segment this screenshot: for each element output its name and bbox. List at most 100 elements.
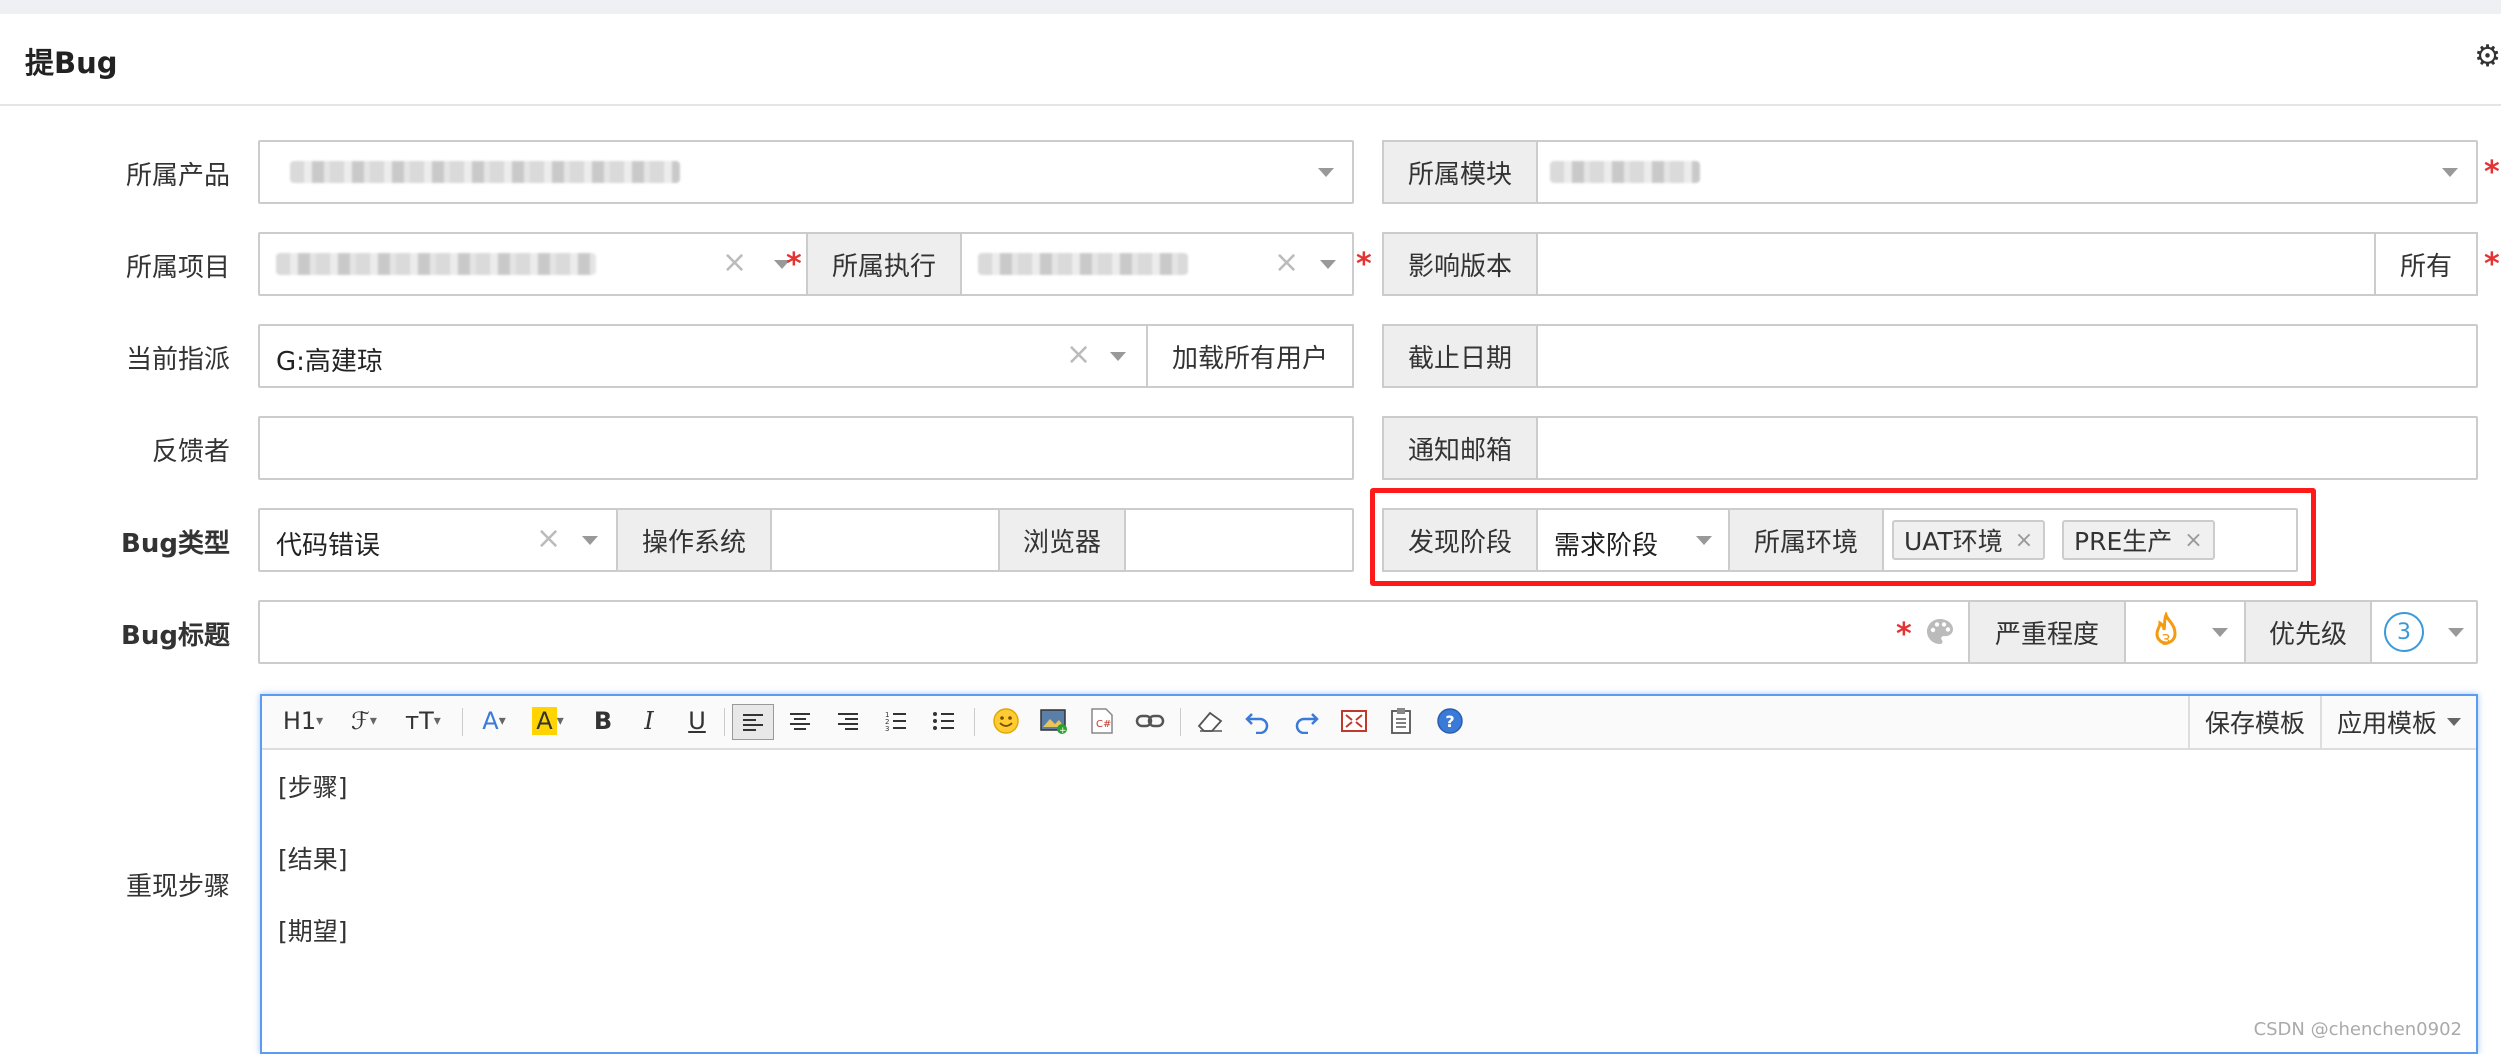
- watermark: CSDN @chenchen0902: [2253, 1019, 2462, 1040]
- underline-button[interactable]: U: [682, 704, 712, 738]
- top-strip: [0, 0, 2501, 14]
- label-bug-title: Bug标题: [121, 621, 230, 651]
- feedback-input[interactable]: [258, 416, 1354, 480]
- bold-button[interactable]: B: [588, 704, 618, 738]
- redacted-project: [276, 253, 596, 275]
- bug-type-select[interactable]: 代码错误 ×: [258, 508, 618, 572]
- emoji-icon[interactable]: [986, 704, 1026, 738]
- label-assignee: 当前指派: [125, 345, 230, 375]
- browser-select[interactable]: [1124, 508, 1354, 572]
- clear-icon[interactable]: ×: [722, 248, 747, 278]
- assignee-select[interactable]: G:高建琼 ×: [258, 324, 1148, 388]
- bug-title-input[interactable]: *: [258, 600, 1970, 664]
- svg-text:3: 3: [885, 725, 889, 732]
- chevron-down-icon: [582, 536, 598, 545]
- align-left-icon[interactable]: [732, 704, 774, 740]
- chevron-down-icon: [1318, 168, 1334, 177]
- svg-text:3: 3: [2161, 631, 2171, 649]
- link-icon[interactable]: [1130, 704, 1170, 738]
- severity-flame-icon: 3: [2146, 610, 2186, 654]
- priority-select[interactable]: 3: [2370, 600, 2478, 664]
- redo-icon[interactable]: [1286, 704, 1326, 738]
- addon-execution: 所属执行: [806, 232, 962, 296]
- clear-icon[interactable]: ×: [1066, 340, 1091, 370]
- label-feedback: 反馈者: [151, 437, 230, 467]
- eraser-icon[interactable]: [1190, 704, 1230, 738]
- priority-badge: 3: [2384, 612, 2424, 652]
- fullscreen-icon[interactable]: [1334, 704, 1374, 738]
- redacted-execution: [978, 253, 1188, 275]
- editor-toolbar: H1 ▾ ℱ ▾ тT ▾ A ▾ A ▾ B I U 123 + C# ? 保…: [262, 696, 2476, 750]
- product-select[interactable]: [258, 140, 1354, 204]
- addon-deadline: 截止日期: [1382, 324, 1538, 388]
- editor-line: [步骤]: [278, 773, 348, 802]
- save-template-button[interactable]: 保存模板: [2188, 696, 2320, 748]
- palette-icon[interactable]: [1924, 616, 1956, 648]
- font-size-button[interactable]: тT ▾: [398, 704, 448, 738]
- ordered-list-icon[interactable]: 123: [876, 704, 916, 738]
- chevron-down-icon: [2448, 628, 2464, 637]
- assignee-value: G:高建琼: [276, 347, 383, 377]
- heading-button[interactable]: H1 ▾: [278, 704, 328, 738]
- addon-notify-email: 通知邮箱: [1382, 416, 1538, 480]
- load-all-users-button[interactable]: 加载所有用户: [1146, 324, 1354, 388]
- chevron-down-icon: [2212, 628, 2228, 637]
- label-bug-type: Bug类型: [121, 529, 230, 559]
- apply-template-button[interactable]: 应用模板: [2320, 696, 2476, 748]
- editor-line: [结果]: [278, 845, 348, 874]
- highlight-box: [1370, 488, 2316, 586]
- code-block-icon[interactable]: C#: [1082, 704, 1122, 738]
- paste-icon[interactable]: [1382, 704, 1422, 738]
- execution-select[interactable]: ×: [960, 232, 1354, 296]
- notify-email-input[interactable]: [1536, 416, 2478, 480]
- chevron-down-icon: [1320, 260, 1336, 269]
- addon-priority: 优先级: [2244, 600, 2372, 664]
- page-title: 提Bug: [25, 46, 118, 80]
- clear-icon[interactable]: ×: [1274, 248, 1299, 278]
- chevron-down-icon: [2447, 718, 2461, 726]
- chevron-down-icon: [1110, 352, 1126, 361]
- bug-type-value: 代码错误: [276, 531, 381, 561]
- required-mark: *: [2484, 155, 2500, 190]
- svg-text:C#: C#: [1096, 719, 1111, 730]
- os-select[interactable]: [770, 508, 1000, 572]
- required-mark: *: [1356, 247, 1372, 282]
- addon-browser: 浏览器: [998, 508, 1126, 572]
- deadline-input[interactable]: [1536, 324, 2478, 388]
- redacted-module: [1550, 161, 1700, 183]
- addon-affected-version: 影响版本: [1382, 232, 1538, 296]
- label-project: 所属项目: [125, 253, 230, 283]
- module-select[interactable]: [1536, 140, 2478, 204]
- gear-icon[interactable]: ⚙: [2474, 42, 2501, 72]
- font-color-icon[interactable]: A ▾: [474, 704, 514, 738]
- highlight-color-icon[interactable]: A ▾: [526, 704, 570, 738]
- addon-os: 操作系统: [616, 508, 772, 572]
- align-right-icon[interactable]: [828, 704, 868, 738]
- chevron-down-icon: [2442, 168, 2458, 177]
- svg-text:+: +: [1059, 726, 1067, 734]
- severity-select[interactable]: 3: [2124, 600, 2246, 664]
- addon-module: 所属模块: [1382, 140, 1538, 204]
- bullet-list-icon[interactable]: [924, 704, 964, 738]
- header: 提Bug ⚙: [0, 14, 2501, 106]
- project-select[interactable]: ×: [258, 232, 808, 296]
- editor-line: [期望]: [278, 917, 348, 946]
- affected-version-select[interactable]: [1536, 232, 2376, 296]
- undo-icon[interactable]: [1238, 704, 1278, 738]
- redacted-product: [290, 161, 680, 183]
- required-mark: *: [1896, 617, 1912, 652]
- all-versions-button[interactable]: 所有: [2374, 232, 2478, 296]
- clear-icon[interactable]: ×: [536, 524, 561, 554]
- required-mark: *: [786, 247, 802, 282]
- font-family-button[interactable]: ℱ ▾: [342, 704, 386, 738]
- required-mark: *: [2484, 247, 2500, 282]
- addon-severity: 严重程度: [1968, 600, 2126, 664]
- svg-text:?: ?: [1445, 712, 1454, 731]
- label-product: 所属产品: [125, 161, 230, 191]
- image-icon[interactable]: +: [1034, 704, 1074, 738]
- label-repro-steps: 重现步骤: [125, 872, 230, 902]
- help-icon[interactable]: ?: [1430, 704, 1470, 738]
- align-center-icon[interactable]: [780, 704, 820, 738]
- italic-button[interactable]: I: [634, 704, 664, 738]
- repro-steps-editor[interactable]: H1 ▾ ℱ ▾ тT ▾ A ▾ A ▾ B I U 123 + C# ? 保…: [260, 694, 2478, 1054]
